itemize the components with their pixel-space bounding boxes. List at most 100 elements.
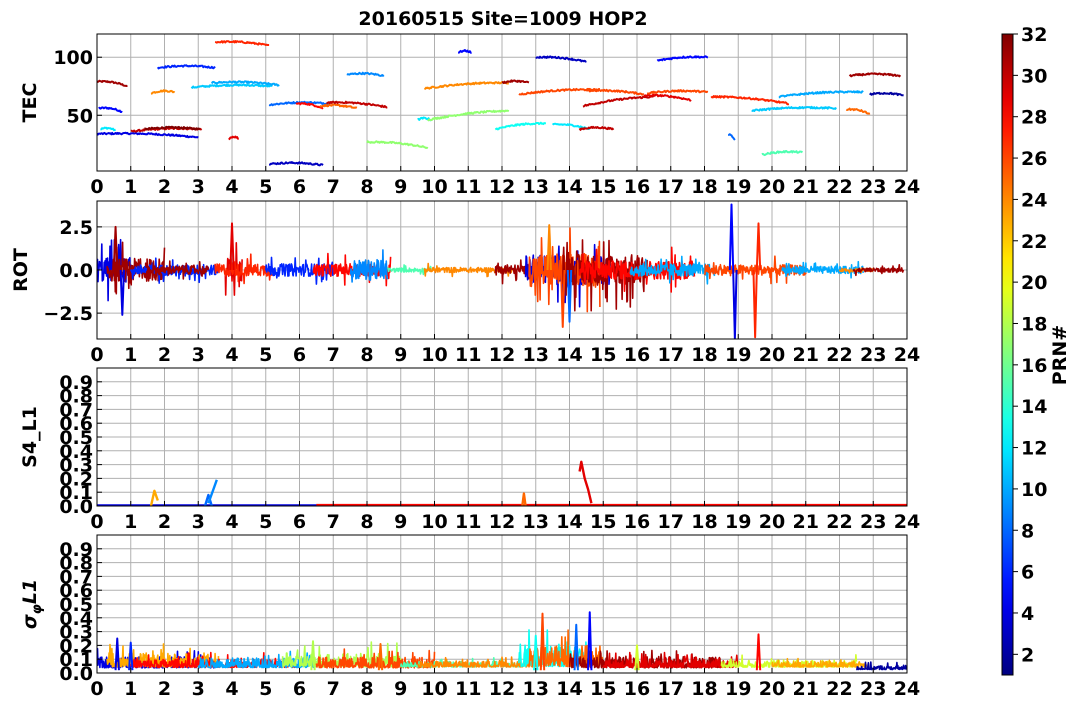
y-axis-label: S4_L1	[19, 406, 41, 468]
colorbar-label: PRN#	[1049, 325, 1071, 385]
x-tick-label: 17	[658, 176, 684, 198]
x-tick-label: 23	[860, 344, 886, 366]
x-tick-label: 24	[894, 176, 920, 198]
x-tick-label: 13	[523, 176, 549, 198]
x-tick-label: 18	[691, 511, 717, 533]
colorbar-tick-label: 18	[1021, 313, 1047, 335]
x-tick-label: 8	[360, 678, 373, 700]
x-tick-label: 22	[826, 176, 852, 198]
x-tick-label: 2	[158, 678, 171, 700]
x-tick-label: 14	[556, 344, 582, 366]
x-tick-label: 15	[590, 678, 616, 700]
colorbar-tick-label: 24	[1021, 189, 1047, 211]
x-tick-label: 6	[293, 678, 306, 700]
tec-arc-prn-30	[578, 125, 615, 131]
colorbar-tick-label: 16	[1021, 355, 1047, 377]
tec-arc-prn-6	[156, 64, 216, 70]
x-tick-label: 6	[293, 176, 306, 198]
x-tick-label: 24	[894, 344, 920, 366]
panel-1: 0 1 2 3 4 5 6 7 8 9 10 11 12 13 14 15 16 17 18 19 20 21 22 23 24…	[19, 33, 920, 198]
x-tick-label: 5	[259, 176, 272, 198]
x-tick-label: 21	[793, 511, 819, 533]
peak-prn-23	[149, 489, 159, 506]
x-tick-label: 22	[826, 511, 852, 533]
tec-arc-prn-24	[150, 89, 176, 95]
x-tick-label: 8	[360, 511, 373, 533]
x-tick-label: 12	[489, 176, 515, 198]
trace-prn-9	[349, 249, 389, 283]
trace-prn-27	[214, 253, 273, 285]
tec-arc-prn-25	[845, 107, 871, 115]
x-tick-label: 3	[192, 511, 205, 533]
x-tick-label: 13	[523, 678, 549, 700]
spike-prn-28	[755, 633, 762, 671]
x-tick-label: 18	[691, 176, 717, 198]
x-tick-label: 2	[158, 176, 171, 198]
colorbar-tick-label: 14	[1021, 396, 1047, 418]
tec-arc-prn-2	[869, 91, 904, 97]
x-tick-label: 18	[691, 678, 717, 700]
x-tick-label: 5	[259, 678, 272, 700]
tec-arc-prn-5	[457, 49, 472, 54]
grid	[96, 535, 908, 674]
x-tick-label: 0	[90, 176, 103, 198]
tec-arc-prn-31	[848, 72, 902, 78]
y-tick-label: 50	[67, 105, 93, 127]
x-tick-label: 16	[624, 344, 650, 366]
figure: 20160515 Site=1009 HOP2 0 1 2 3 4 5 6 7 8 9 10 11 12…	[10, 8, 1071, 700]
tec-arc-prn-3	[268, 161, 324, 167]
tec-arc-prn-31	[501, 79, 530, 85]
x-tick-label: 15	[590, 344, 616, 366]
x-tick-label: 21	[793, 678, 819, 700]
y-tick-label: −2.5	[43, 303, 93, 325]
tec-arc-prn-31	[97, 79, 128, 87]
x-tick-label: 4	[225, 511, 238, 533]
spike-prn-27	[755, 222, 762, 271]
spike-prn-4	[732, 269, 738, 339]
x-tick-label: 5	[259, 344, 272, 366]
colorbar-tick-label: 10	[1021, 479, 1047, 501]
x-tick-label: 20	[759, 176, 785, 198]
x-tick-label: 22	[826, 678, 852, 700]
x-tick-label: 1	[124, 511, 137, 533]
tec-arc-prn-29	[228, 135, 240, 141]
colorbar-gradient	[1001, 33, 1014, 676]
panel-2: 0 1 2 3 4 5 6 7 8 9 10 11 12 13 14 15 16 17 18 19 20 21 22 23 24…	[10, 200, 920, 366]
x-tick-label: 20	[759, 344, 785, 366]
x-tick-label: 11	[455, 511, 481, 533]
x-tick-label: 14	[556, 678, 582, 700]
x-tick-label: 12	[489, 678, 515, 700]
x-tick-label: 23	[860, 176, 886, 198]
x-tick-label: 5	[259, 511, 272, 533]
x-tick-label: 9	[394, 176, 407, 198]
x-tick-label: 16	[624, 678, 650, 700]
tec-arc-prn-30	[582, 95, 654, 108]
x-tick-label: 3	[192, 344, 205, 366]
x-tick-label: 14	[556, 511, 582, 533]
colorbar-tick-label: 32	[1021, 24, 1047, 46]
x-tick-label: 9	[394, 511, 407, 533]
colorbar-tick-label: 20	[1021, 272, 1047, 294]
x-tick-label: 13	[523, 344, 549, 366]
series-group	[97, 203, 905, 339]
tec-arc-prn-13	[494, 121, 546, 131]
x-tick-label: 12	[489, 511, 515, 533]
tec-arc-prn-27	[214, 40, 270, 46]
x-tick-label: 1	[124, 678, 137, 700]
trace-prn-24	[417, 656, 537, 668]
x-tick-label: 11	[455, 344, 481, 366]
peak-prn-9	[207, 479, 218, 504]
x-tick-label: 11	[455, 678, 481, 700]
x-tick-label: 15	[590, 511, 616, 533]
y-tick-label: 2.5	[59, 217, 93, 239]
tec-arc-prn-25	[319, 103, 358, 109]
x-tick-label: 7	[327, 511, 340, 533]
panel-4: 0 1 2 3 4 5 6 7 8 9 10 11 12 13 14 15 16 17 18 19 20 21 22 23 24…	[19, 534, 920, 700]
y-axis-label: ROT	[10, 248, 32, 292]
tec-arc-prn-24	[424, 81, 509, 91]
x-tick-label: 19	[725, 344, 751, 366]
x-tick-label: 7	[327, 176, 340, 198]
x-tick-label: 6	[293, 511, 306, 533]
x-tick-label: 16	[624, 511, 650, 533]
x-tick-label: 15	[590, 176, 616, 198]
